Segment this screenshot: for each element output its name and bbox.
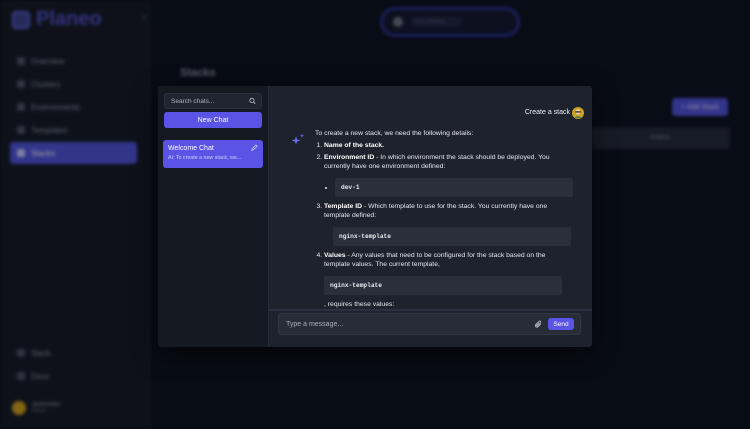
list-item: Environment ID - In which environment th… [324, 154, 573, 197]
conversation-item[interactable]: Welcome Chat AI: To create a new stack, … [163, 140, 263, 168]
chat-sidebar: New Chat Welcome Chat AI: To create a ne… [158, 86, 269, 347]
ai-intro: To create a new stack, we need the follo… [315, 130, 474, 137]
item-text-after: , requires these values: [324, 300, 395, 308]
item-title: Name of the stack. [324, 141, 385, 149]
bullet-list: dev-1 [335, 177, 573, 197]
ai-message: To create a new stack, we need the follo… [315, 130, 573, 310]
sparkles-icon [291, 133, 305, 145]
code-block: dev-1 [335, 177, 573, 197]
item-title: Template ID [324, 202, 363, 210]
message-input[interactable] [286, 320, 532, 328]
conversation-title: Welcome Chat [168, 145, 214, 152]
chat-modal: New Chat Welcome Chat AI: To create a ne… [158, 86, 592, 347]
list-item: Template ID - Which template to use for … [324, 203, 573, 246]
paperclip-icon[interactable] [532, 318, 544, 330]
user-message: Create a stack [524, 109, 570, 116]
item-title: Values [324, 251, 346, 259]
item-text: - Any values that need to be configured … [324, 251, 546, 268]
code-block: nginx-template [324, 275, 562, 295]
divider [269, 309, 592, 311]
code-block: nginx-template [333, 226, 571, 246]
edit-icon[interactable] [251, 144, 258, 151]
message-composer: Send [278, 313, 581, 335]
chat-thread: Create a stack To create a new stack, we… [269, 86, 592, 347]
requirements-list: Name of the stack. Environment ID - In w… [324, 142, 573, 310]
chat-search[interactable] [164, 93, 262, 109]
bullet-item: dev-1 [335, 177, 573, 197]
chat-search-input[interactable] [171, 97, 249, 105]
list-item: Name of the stack. [324, 142, 573, 151]
send-button[interactable]: Send [548, 318, 574, 330]
conversation-preview: AI: To create a new stack, we... [168, 155, 242, 161]
item-title: Environment ID [324, 153, 375, 161]
list-item: Values - Any values that need to be conf… [324, 252, 573, 310]
user-avatar-icon [572, 107, 584, 119]
search-icon [249, 97, 256, 105]
new-chat-button[interactable]: New Chat [164, 112, 262, 128]
